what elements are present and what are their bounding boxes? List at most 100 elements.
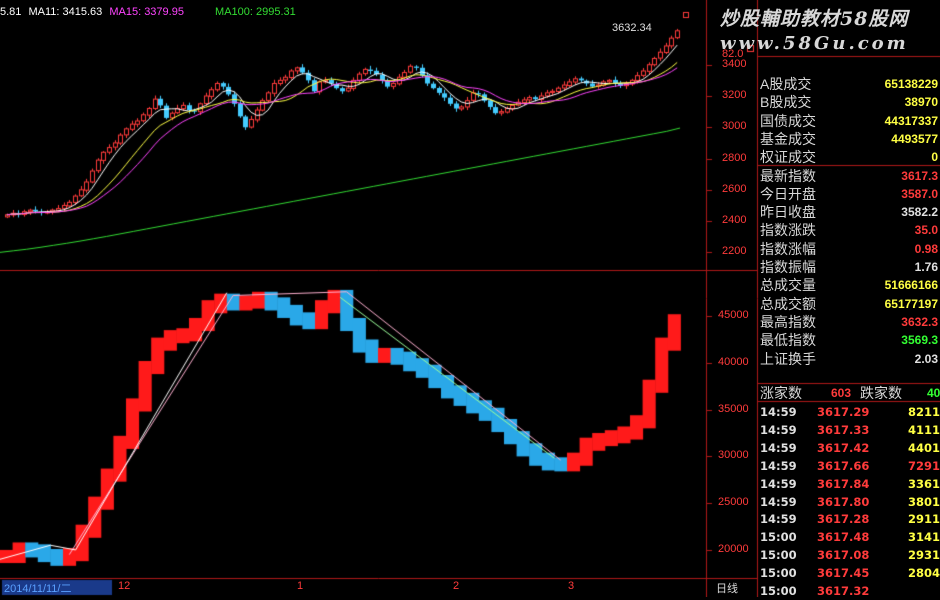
- tick-time: 15:00: [760, 566, 797, 581]
- stat-label: 指数涨跌: [760, 222, 816, 239]
- tick-row: 14:59 3617.28 2911: [757, 510, 940, 528]
- ma11-value: MA11: 3415.63: [28, 6, 103, 18]
- tick-row: 15:00 3617.08 2931: [757, 546, 940, 564]
- stat-row: 最高指数 3632.3: [757, 313, 940, 331]
- stat-value: 4493577: [891, 131, 938, 146]
- lower-y-tick: 20000: [718, 542, 749, 555]
- stat-row: 昨日收盘 3582.2: [757, 203, 940, 221]
- stat-value: 65138229: [884, 77, 938, 91]
- tick-volume: 3801: [907, 494, 940, 509]
- tick-price: 3617.84: [817, 476, 870, 491]
- tick-volume: 2911: [907, 512, 940, 527]
- stat-label: A股成交: [760, 76, 812, 92]
- stat-label: 基金成交: [760, 130, 816, 147]
- tick-time: 15:00: [760, 548, 797, 563]
- tick-volume: 8211: [907, 405, 940, 419]
- stat-row: 国债成交 44317337: [757, 112, 940, 130]
- tick-volume: 7291: [907, 458, 940, 473]
- ma-legend: 5.81 MA11: 3415.63 MA15: 3379.95 MA100: …: [0, 6, 296, 18]
- stat-label: B股成交: [760, 94, 812, 111]
- tick-time: 15:00: [760, 584, 797, 598]
- lower-y-tick: 40000: [718, 355, 749, 368]
- tick-row: 15:00 3617.45 2804: [757, 564, 940, 582]
- down-count: 40: [927, 386, 940, 400]
- upper-y-tick: 2800: [722, 151, 747, 164]
- lower-y-tick: 45000: [718, 309, 749, 322]
- stat-value: 35.0: [914, 223, 938, 238]
- stat-value: 1.76: [914, 260, 938, 274]
- down-count-label: 跌家数: [860, 385, 902, 401]
- date-cursor-label: 2014/11/11/二: [4, 583, 72, 595]
- month-label-1: 1: [297, 580, 304, 592]
- upper-y-tick: 3200: [722, 89, 747, 101]
- stat-value: 3569.3: [901, 333, 938, 348]
- tick-price: 3617.33: [817, 422, 870, 437]
- stat-row: 总成交量 51666166: [757, 276, 940, 294]
- up-down-count: 涨家数 603 跌家数 40: [757, 384, 940, 402]
- stat-row: 权证成交 0: [757, 148, 940, 166]
- stat-label: 上证换手: [760, 350, 816, 367]
- upper-y-tick: 2400: [722, 214, 747, 227]
- tick-row: 15:00 3617.32: [757, 582, 940, 600]
- stat-value: 44317337: [884, 113, 938, 128]
- tick-time: 14:59: [760, 494, 797, 509]
- tick-time: 14:59: [760, 458, 797, 473]
- stat-value: 2.03: [914, 351, 938, 366]
- tick-row: 14:59 3617.33 4111: [757, 421, 940, 439]
- tick-price: 3617.80: [817, 494, 870, 509]
- stat-value: 65177197: [884, 296, 938, 311]
- up-count-label: 涨家数: [760, 385, 802, 401]
- stat-value: 0.98: [914, 241, 938, 256]
- stat-label: 最低指数: [760, 332, 816, 349]
- watermark-title: 炒股輔助教材58股网: [720, 8, 909, 30]
- lower-y-tick: 30000: [718, 449, 749, 462]
- upper-y-tick: 3400: [722, 57, 747, 70]
- ma1-value: 5.81: [0, 6, 22, 18]
- stat-row: 指数振幅 1.76: [757, 258, 940, 276]
- tick-price: 3617.08: [817, 548, 870, 563]
- stat-label: 最新指数: [760, 167, 816, 184]
- ma15-value: MA15: 3379.95: [109, 6, 184, 18]
- tick-price: 3617.29: [817, 405, 870, 419]
- stat-value: 38970: [904, 95, 938, 110]
- tick-time: 14:59: [760, 512, 797, 527]
- stat-label: 指数振幅: [760, 259, 816, 275]
- tick-price: 3617.66: [817, 458, 870, 473]
- tick-volume: 2804: [907, 566, 940, 581]
- stat-row: 指数涨幅 0.98: [757, 240, 940, 258]
- stat-row: 总成交额 65177197: [757, 295, 940, 313]
- month-label-2: 2: [453, 580, 460, 592]
- tick-time: 15:00: [760, 530, 797, 545]
- tick-time: 14:59: [760, 405, 797, 419]
- stat-label: 指数涨幅: [760, 240, 816, 257]
- stat-label: 权证成交: [760, 149, 816, 166]
- tick-volume: 4401: [907, 440, 940, 455]
- tick-price: 3617.28: [817, 512, 870, 527]
- stat-row: 上证换手 2.03: [757, 350, 940, 368]
- stat-value: 3582.2: [901, 205, 938, 220]
- tick-volume: 3361: [907, 476, 940, 491]
- lower-y-tick: 35000: [718, 402, 749, 415]
- tick-time: 14:59: [760, 422, 797, 437]
- stat-row: 基金成交 4493577: [757, 130, 940, 148]
- tick-volume: 3141: [907, 530, 940, 545]
- tick-time: 14:59: [760, 476, 797, 491]
- tick-row: 14:59 3617.80 3801: [757, 493, 940, 511]
- stat-value: 51666166: [884, 278, 938, 293]
- stat-value: 3632.3: [901, 314, 938, 329]
- period-label[interactable]: 日线: [716, 580, 738, 596]
- tick-volume: 2931: [907, 548, 940, 563]
- up-count: 603: [831, 386, 852, 400]
- stat-row: 最新指数 3617.3: [757, 167, 940, 185]
- stat-label: 昨日收盘: [760, 204, 816, 221]
- stat-value: 0: [931, 150, 938, 165]
- stat-label: 总成交额: [760, 295, 816, 312]
- tick-row: 15:00 3617.48 3141: [757, 528, 940, 546]
- tick-price: 3617.42: [817, 440, 870, 455]
- tick-price: 3617.32: [817, 584, 870, 598]
- month-label-12: 12: [118, 580, 131, 592]
- stat-value: 3587.0: [901, 186, 938, 201]
- ma100-value: MA100: 2995.31: [215, 6, 296, 18]
- stat-row: 今日开盘 3587.0: [757, 185, 940, 203]
- tick-row: 14:59 3617.84 3361: [757, 475, 940, 493]
